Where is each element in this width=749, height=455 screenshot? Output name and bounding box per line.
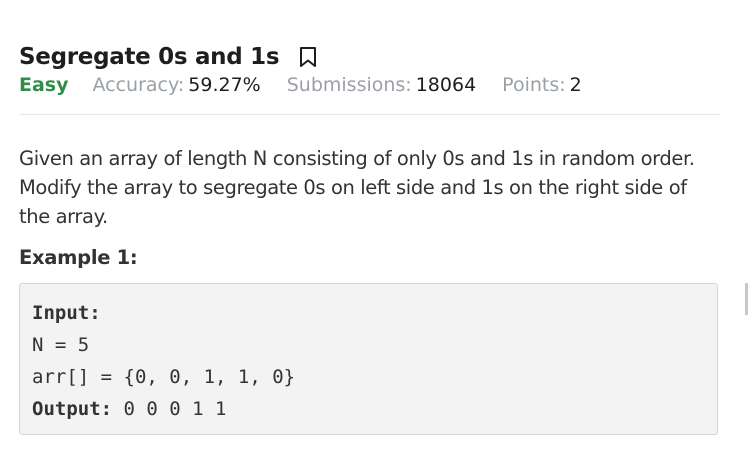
- example-output-value: 0 0 0 1 1: [112, 398, 227, 420]
- problem-title: Segregate 0s and 1s: [19, 44, 280, 70]
- example-output-line: Output: 0 0 0 1 1: [32, 393, 705, 425]
- example-input-line: Input:: [32, 297, 705, 329]
- difficulty-badge: Easy: [19, 74, 69, 96]
- title-row: Segregate 0s and 1s: [19, 38, 720, 76]
- points-stat: Points: 2: [502, 74, 582, 96]
- example-output-label: Output:: [32, 398, 113, 420]
- problem-meta: Easy Accuracy: 59.27% Submissions: 18064…: [19, 74, 720, 100]
- submissions-stat: Submissions: 18064: [287, 74, 476, 96]
- accuracy-value: 59.27%: [188, 74, 261, 96]
- points-value: 2: [569, 74, 582, 96]
- problem-panel: Segregate 0s and 1s Easy Accuracy: 59.27…: [19, 38, 720, 435]
- example-code-block: Input: N = 5 arr[] = {0, 0, 1, 1, 0} Out…: [19, 283, 718, 435]
- header-divider: [19, 114, 720, 115]
- example-n-line: N = 5: [32, 334, 90, 356]
- problem-description: Given an array of length N consisting of…: [19, 147, 695, 228]
- example-arr-line: arr[] = {0, 0, 1, 1, 0}: [32, 366, 296, 388]
- bookmark-icon[interactable]: [297, 45, 319, 69]
- scrollbar-thumb[interactable]: [745, 283, 748, 315]
- submissions-label: Submissions:: [286, 74, 412, 96]
- accuracy-stat: Accuracy: 59.27%: [93, 74, 261, 96]
- accuracy-label: Accuracy:: [92, 74, 185, 96]
- points-label: Points:: [502, 74, 566, 96]
- example-input-label: Input:: [32, 302, 101, 324]
- submissions-value: 18064: [415, 74, 477, 96]
- example-heading: Example 1:: [19, 246, 138, 269]
